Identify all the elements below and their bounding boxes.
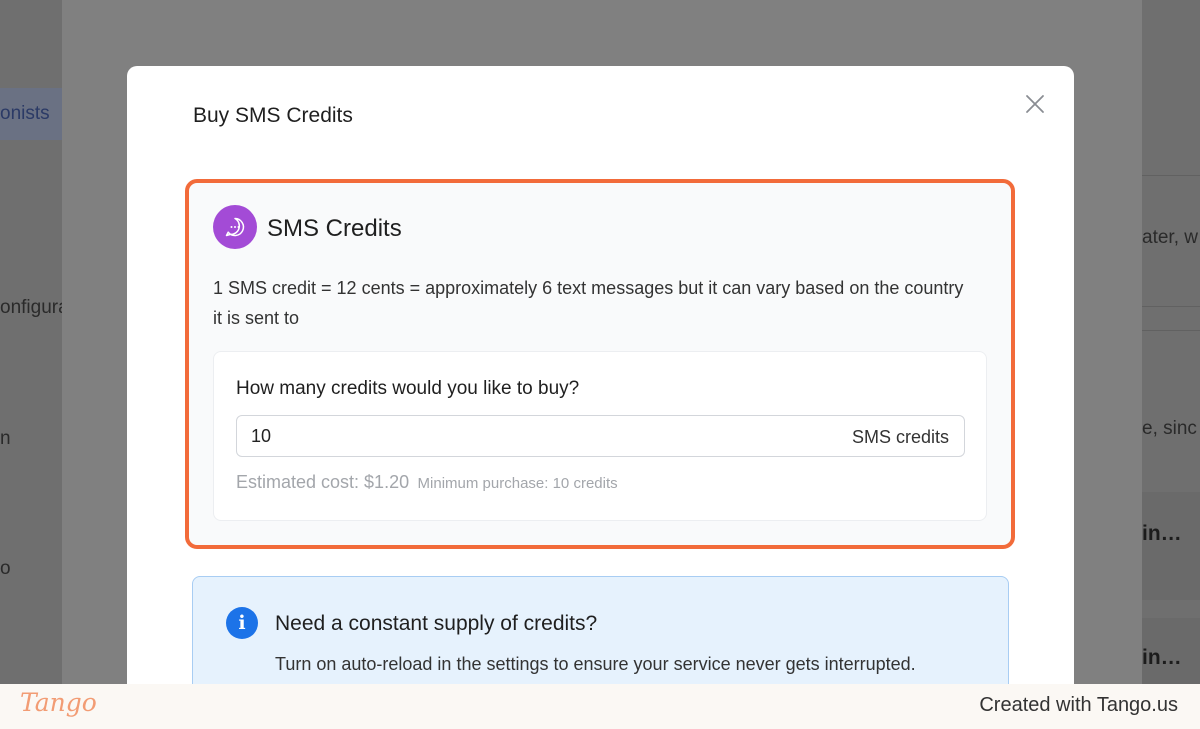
estimated-cost: Estimated cost: $1.20 xyxy=(236,472,410,492)
background-nav-label: n xyxy=(0,428,11,449)
background-nav-item-active: onists xyxy=(0,88,62,140)
quantity-input[interactable] xyxy=(251,416,811,456)
background-nav-label: onists xyxy=(0,103,50,124)
background-card-title: in… xyxy=(1142,522,1182,545)
minimum-purchase: Minimum purchase: 10 credits xyxy=(417,475,618,492)
tango-footer: Tango Created with Tango.us xyxy=(0,684,1200,729)
info-text: Turn on auto-reload in the settings to e… xyxy=(275,654,916,674)
modal-title: Buy SMS Credits xyxy=(193,104,353,127)
estimate-line: Estimated cost: $1.20 Minimum purchase: … xyxy=(236,472,618,493)
background-divider xyxy=(1142,175,1200,176)
info-title: Need a constant supply of credits? xyxy=(275,612,598,635)
background-card xyxy=(1142,492,1200,600)
info-icon: i xyxy=(226,607,258,639)
background-text-snippet: e, sinc xyxy=(1142,418,1197,439)
chat-bubble-icon xyxy=(213,205,257,249)
background-text-snippet: ater, w xyxy=(1142,227,1198,248)
background-card-title: in… xyxy=(1142,646,1182,669)
close-icon xyxy=(1026,95,1044,113)
purchase-form: How many credits would you like to buy? … xyxy=(213,351,987,521)
background-nav-label: onfigura xyxy=(0,297,62,318)
credit-description: 1 SMS credit = 12 cents = approximately … xyxy=(213,278,964,328)
tango-logo: Tango xyxy=(20,688,97,717)
close-button[interactable] xyxy=(1023,92,1047,116)
background-nav-label: o xyxy=(0,558,11,579)
quantity-question-label: How many credits would you like to buy? xyxy=(236,378,580,399)
buy-sms-credits-modal: Buy SMS Credits SMS Credits 1 SMS credit… xyxy=(127,66,1074,706)
card-title: SMS Credits xyxy=(267,215,402,242)
background-divider xyxy=(1142,330,1200,331)
created-with-tango-text: Created with Tango.us xyxy=(979,694,1178,716)
quantity-unit-label: SMS credits xyxy=(851,427,949,447)
quantity-field[interactable]: SMS credits xyxy=(236,415,965,457)
sms-credits-card: SMS Credits 1 SMS credit = 12 cents = ap… xyxy=(185,179,1015,549)
background-divider xyxy=(1142,306,1200,307)
